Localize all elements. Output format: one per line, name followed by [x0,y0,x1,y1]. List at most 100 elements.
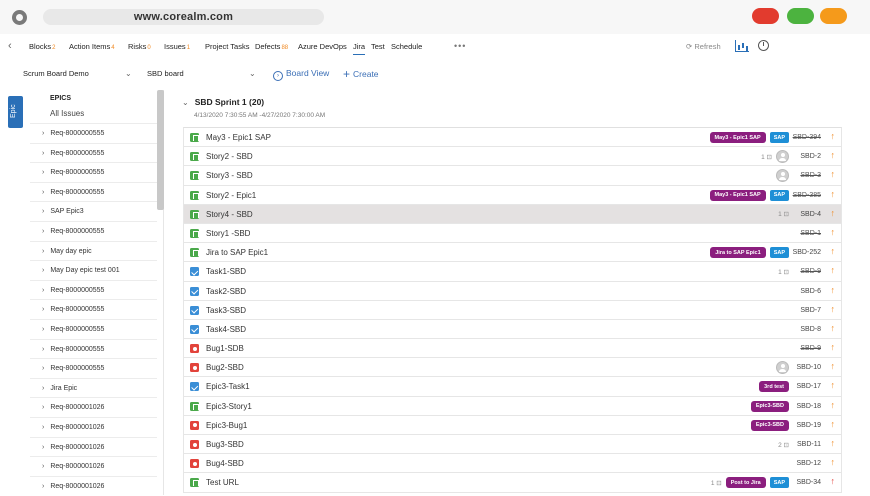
tab-issues[interactable]: Issues1 [164,42,190,51]
tab-project-tasks[interactable]: Project Tasks [205,42,249,51]
issue-row[interactable]: Story4 - SBD 1 ⊡ SBD-4 ↑ [184,204,841,224]
issue-row[interactable]: Bug4-SBD SBD-12 ↑ [184,454,841,474]
issue-row[interactable]: Task4-SBD SBD-8 ↑ [184,319,841,340]
board-select[interactable]: SBD board ⌄ [147,67,259,81]
epic-list-item[interactable]: › Req-8000000555 [30,142,157,163]
issue-key[interactable]: SBD-34 [796,479,821,486]
board-select-value: SBD board [147,69,184,78]
epic-list-item[interactable]: › May day epic [30,240,157,261]
issue-row[interactable]: Story2 - SBD 1 ⊡ SBD-2 ↑ [184,147,841,167]
epic-list-item[interactable]: › Req-8000001026 [30,436,157,457]
story-type-icon [190,152,199,162]
issue-row[interactable]: May3 - Epic1 SAP May3 - Epic1 SAP SAP SBD-3… [184,128,841,148]
issue-key[interactable]: SBD-19 [796,422,821,429]
tab-risks[interactable]: Risks0 [128,42,151,51]
epic-list-item[interactable]: › Req-8000000555 [30,181,157,202]
sprint-header[interactable]: ⌄ SBD Sprint 1 (20) [182,97,264,107]
refresh-label: Refresh [694,42,721,51]
issue-key[interactable]: SBD-1 [800,230,821,237]
refresh-button[interactable]: ⟳ Refresh [686,42,721,51]
board-view-button[interactable]: › Board View [273,68,329,81]
epic-list-item[interactable]: › Jira Epic [30,377,157,398]
issue-key[interactable]: SBD-11 [797,441,821,448]
issue-row[interactable]: Bug2-SBD SBD-10 ↑ [184,358,841,378]
issue-row[interactable]: Bug3-SBD 2 ⊡ SBD-11 ↑ [184,435,841,455]
back-chevron-icon[interactable]: ‹ [8,40,12,52]
tab-jira[interactable]: Jira [353,42,366,55]
epic-name: Req-8000000555 [50,227,105,235]
chart-icon[interactable] [735,40,749,52]
issue-key[interactable]: SBD-394 [793,134,821,141]
create-button[interactable]: + Create [343,67,379,81]
epic-name: Req-8000001026 [50,443,105,451]
tab-label: Project Tasks [205,42,250,51]
issue-row[interactable]: Bug1-SDB SBD-9 ↑ [184,339,841,359]
issue-key[interactable]: SBD-6 [800,288,821,295]
issue-summary: Task3-SBD [206,305,247,315]
project-select[interactable]: Scrum Board Demo ⌄ [23,67,135,81]
epic-list-item[interactable]: › Req-8000000555 [30,123,157,143]
all-issues-link[interactable]: All Issues [50,109,84,118]
epic-list-item[interactable]: › Req-8000001026 [30,397,157,417]
issue-key[interactable]: SBD-8 [800,326,821,333]
issue-key[interactable]: SBD-18 [796,403,821,410]
issue-key[interactable]: SBD-385 [793,192,821,199]
tab-test[interactable]: Test [371,42,385,51]
issue-key[interactable]: SBD-10 [796,364,821,371]
issue-row[interactable]: Epic3-Task1 3rd test SBD-17 ↑ [184,377,841,397]
epic-label-badge: May3 - Epic1 SAP [709,189,766,201]
issue-key[interactable]: SBD-4 [800,211,821,218]
window-close-button[interactable] [752,8,779,24]
epic-side-tab[interactable]: Epic [8,96,23,128]
issue-key[interactable]: SBD-9 [800,268,821,275]
epic-list-item[interactable]: › Req-8000001026 [30,475,157,496]
epic-list-item[interactable]: › Req-8000000555 [30,318,157,339]
issue-row[interactable]: Test URL 1 ⊡ Post to Jira SAP SBD-34 ↑ [184,473,841,493]
issue-row[interactable]: Story1 -SBD SBD-1 ↑ [184,223,841,244]
epic-list-item[interactable]: › Req-8000000555 [30,358,157,378]
project-select-value: Scrum Board Demo [23,69,89,78]
clock-icon[interactable] [758,40,769,51]
epic-list-item[interactable]: › Req-8000000555 [30,338,157,359]
tab-blocks[interactable]: Blocks2 [29,42,55,51]
issue-row[interactable]: Jira to SAP Epic1 Jira to SAP Epic1 SAP SBD… [184,243,841,263]
epic-list-item[interactable]: › Req-8000001026 [30,456,157,476]
tab-defects[interactable]: Defects88 [255,42,288,51]
epic-list-item[interactable]: › May Day epic test 001 [30,260,157,280]
issue-key[interactable]: SBD-252 [793,249,821,256]
epic-list-item[interactable]: › Req-8000001026 [30,416,157,437]
tab-action-items[interactable]: Action Items4 [69,42,115,51]
issue-summary: Task1-SBD [206,267,247,277]
issue-key[interactable]: SBD-7 [800,307,821,314]
issue-row[interactable]: Epic3-Bug1 Epic3-SBD SBD-19 ↑ [184,415,841,435]
issue-key[interactable]: SBD-9 [800,345,821,352]
story-type-icon [190,190,199,200]
issue-key[interactable]: SBD-2 [800,153,821,160]
board-view-label: Board View [286,68,330,78]
issue-key[interactable]: SBD-17 [796,383,821,390]
settings-gear-icon[interactable] [12,10,27,25]
tab-azure-devops[interactable]: Azure DevOps [298,42,347,51]
epic-list-item[interactable]: › SAP Epic3 [30,201,157,221]
issue-row[interactable]: Task2-SBD SBD-6 ↑ [184,281,841,301]
epic-list-item[interactable]: › Req-8000000555 [30,299,157,319]
issue-row[interactable]: Story3 - SBD SBD-3 ↑ [184,166,841,186]
address-bar[interactable]: www.corealm.com [43,9,324,25]
browser-chrome: www.corealm.com [0,0,870,34]
epic-list-item[interactable]: › Req-8000000555 [30,220,157,241]
issue-key[interactable]: SBD-12 [796,460,821,467]
window-minimize-button[interactable] [820,8,847,24]
issue-row[interactable]: Story2 - Epic1 May3 - Epic1 SAP SAP SBD-385… [184,185,841,205]
epic-name: SAP Epic3 [50,208,84,216]
issue-key[interactable]: SBD-3 [800,172,821,179]
issue-row[interactable]: Task3-SBD SBD-7 ↑ [184,300,841,320]
issue-row[interactable]: Epic3-Story1 Epic3-SBD SBD-18 ↑ [184,396,841,416]
epic-list-item[interactable]: › Req-8000000555 [30,279,157,300]
tab-schedule[interactable]: Schedule [391,42,422,51]
more-tabs-icon[interactable]: ••• [454,41,466,51]
collapse-chevron-icon[interactable]: ⌄ [182,98,189,107]
epics-scrollbar[interactable] [157,90,164,210]
epic-list-item[interactable]: › Req-8000000555 [30,162,157,182]
window-maximize-button[interactable] [787,8,814,24]
issue-row[interactable]: Task1-SBD 1 ⊡ SBD-9 ↑ [184,262,841,282]
